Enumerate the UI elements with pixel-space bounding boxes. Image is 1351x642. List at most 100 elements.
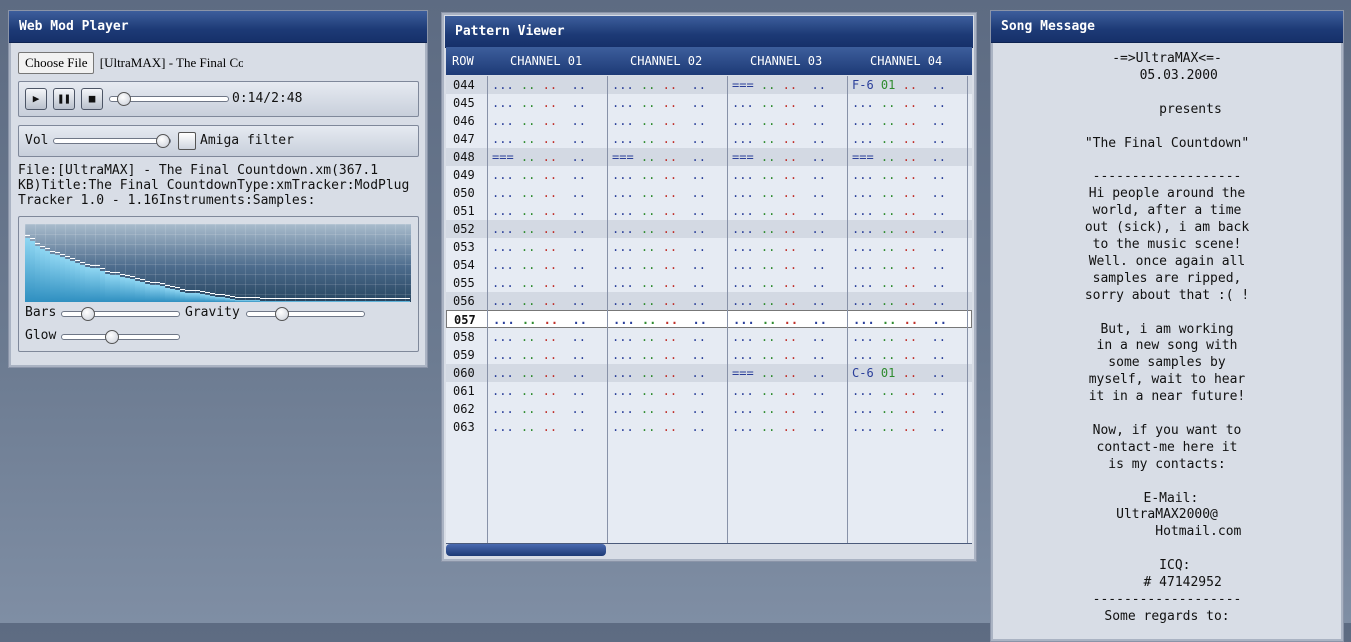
play-button[interactable]: ▶ xyxy=(25,88,47,110)
row-number: 060 xyxy=(453,366,475,380)
spectrum-bar xyxy=(405,301,410,302)
pattern-cell: ... .. .. .. xyxy=(852,222,946,236)
file-picker: Choose File [UltraMAX] - The Final Count… xyxy=(18,52,243,74)
pattern-cell: ... .. .. .. xyxy=(492,330,586,344)
pattern-cell: ... .. .. .. xyxy=(612,204,706,218)
pattern-row: 060 ... .. .. .. ... .. .. .. === .. .. .. C… xyxy=(446,364,972,382)
pattern-row: 053 ... .. .. .. ... .. .. .. ... .. .. ...… xyxy=(446,238,972,256)
stop-button[interactable]: ■ xyxy=(81,88,103,110)
glow-label: Glow xyxy=(25,328,57,343)
pattern-cell: ... .. .. .. xyxy=(492,240,586,254)
row-number: 052 xyxy=(453,222,475,236)
glow-slider[interactable] xyxy=(61,334,180,340)
pattern-cell: ... .. .. .. xyxy=(612,186,706,200)
pattern-row: 050 ... .. .. .. ... .. .. .. ... .. .. ...… xyxy=(446,184,972,202)
pattern-cell: ... .. .. .. xyxy=(852,384,946,398)
pattern-cell: ... .. .. .. xyxy=(853,313,947,327)
spectrum-peak xyxy=(70,258,75,259)
pattern-cell: ... .. .. .. xyxy=(852,204,946,218)
volume-label: Vol xyxy=(25,133,49,148)
pattern-cell: ... .. .. .. xyxy=(492,132,586,146)
volume-slider-thumb[interactable] xyxy=(155,134,170,148)
time-display: 0:14/2:48 xyxy=(232,91,303,106)
seek-slider-thumb[interactable] xyxy=(116,92,131,106)
song-message-text: -=>UltraMAX<=- 05.03.2000 presents "The … xyxy=(1084,51,1250,624)
pattern-row: 048 === .. .. .. === .. .. .. === .. .. .. =… xyxy=(446,148,972,166)
pattern-row: 045 ... .. .. .. ... .. .. .. ... .. .. ...… xyxy=(446,94,972,112)
pattern-row: 049 ... .. .. .. ... .. .. .. ... .. .. ...… xyxy=(446,166,972,184)
pattern-row: 059 ... .. .. .. ... .. .. .. ... .. .. ...… xyxy=(446,346,972,364)
column-header-channel-03: CHANNEL 03 xyxy=(750,54,823,68)
pattern-cell: ... .. .. .. xyxy=(492,168,586,182)
column-header-channel-02: CHANNEL 02 xyxy=(630,54,703,68)
pattern-cell: ... .. .. .. xyxy=(733,313,827,327)
pattern-row: 051 ... .. .. .. ... .. .. .. ... .. .. ...… xyxy=(446,202,972,220)
pattern-row: 063 ... .. .. .. ... .. .. .. ... .. .. ...… xyxy=(446,418,972,436)
pattern-cell: ... .. .. .. xyxy=(852,420,946,434)
bars-slider[interactable] xyxy=(61,311,180,317)
spectrum-peak xyxy=(55,252,60,253)
amiga-filter-checkbox[interactable] xyxy=(178,132,196,150)
spectrum-peak xyxy=(175,287,180,288)
spectrum-peak xyxy=(80,262,85,263)
volume-controls: Vol Amiga filter xyxy=(18,125,419,157)
row-number: 058 xyxy=(453,330,475,344)
pattern-row: 054 ... .. .. .. ... .. .. .. ... .. .. ...… xyxy=(446,256,972,274)
spectrum-peak xyxy=(40,246,45,247)
gravity-slider[interactable] xyxy=(246,311,365,317)
pattern-cell: C-6 01 .. .. xyxy=(852,366,946,380)
pattern-cell: ... .. .. .. xyxy=(732,204,826,218)
pattern-row: 061 ... .. .. .. ... .. .. .. ... .. .. ...… xyxy=(446,382,972,400)
gravity-slider-thumb[interactable] xyxy=(274,307,289,321)
pattern-cell: ... .. .. .. xyxy=(492,258,586,272)
spectrum-peak xyxy=(100,268,105,269)
pattern-cell: ... .. .. .. xyxy=(612,402,706,416)
pattern-cell: ... .. .. .. xyxy=(732,96,826,110)
volume-slider[interactable] xyxy=(53,138,171,144)
pattern-cell: ... .. .. .. xyxy=(612,258,706,272)
amiga-filter-label: Amiga filter xyxy=(200,133,294,148)
pattern-cell: ... .. .. .. xyxy=(852,348,946,362)
pattern-cell: ... .. .. .. xyxy=(852,168,946,182)
pattern-cell: ... .. .. .. xyxy=(852,240,946,254)
pattern-cell: ... .. .. .. xyxy=(732,276,826,290)
row-number: 061 xyxy=(453,384,475,398)
row-number: 046 xyxy=(453,114,475,128)
pattern-cell: ... .. .. .. xyxy=(612,294,706,308)
pattern-cell: ... .. .. .. xyxy=(612,132,706,146)
pattern-cell: ... .. .. .. xyxy=(852,276,946,290)
pattern-cell: ... .. .. .. xyxy=(612,222,706,236)
stop-icon: ■ xyxy=(88,92,96,105)
pattern-cell: ... .. .. .. xyxy=(732,240,826,254)
spectrum-peak xyxy=(35,243,40,244)
pattern-horizontal-scrollbar[interactable] xyxy=(446,544,606,556)
pattern-cell: ... .. .. .. xyxy=(492,402,586,416)
pattern-cell: ... .. .. .. xyxy=(492,384,586,398)
spectrum-visualizer xyxy=(25,224,411,302)
pattern-cell: ... .. .. .. xyxy=(492,204,586,218)
spectrum-peak xyxy=(45,248,50,249)
pattern-cell: ... .. .. .. xyxy=(612,78,706,92)
pattern-cell: ... .. .. .. xyxy=(613,313,707,327)
spectrum-peak xyxy=(25,235,30,236)
pause-button[interactable]: ❚❚ xyxy=(53,88,75,110)
choose-file-button[interactable]: Choose File xyxy=(18,52,95,74)
row-number: 057 xyxy=(454,313,476,327)
transport-controls: ▶ ❚❚ ■ 0:14/2:48 xyxy=(18,81,419,117)
pattern-cell: === .. .. .. xyxy=(852,150,946,164)
pattern-cell: ... .. .. .. xyxy=(612,96,706,110)
glow-slider-thumb[interactable] xyxy=(104,330,119,344)
pattern-cell: ... .. .. .. xyxy=(732,420,826,434)
row-number: 055 xyxy=(453,276,475,290)
pattern-cell: ... .. .. .. xyxy=(852,330,946,344)
pattern-cell: ... .. .. .. xyxy=(492,96,586,110)
pause-icon: ❚❚ xyxy=(57,92,71,105)
row-number: 045 xyxy=(453,96,475,110)
pattern-cell: ... .. .. .. xyxy=(852,294,946,308)
row-number: 050 xyxy=(453,186,475,200)
row-number: 059 xyxy=(453,348,475,362)
pattern-cell: ... .. .. .. xyxy=(732,114,826,128)
pattern-row: 056 ... .. .. .. ... .. .. .. ... .. .. ...… xyxy=(446,292,972,310)
spectrum-peak xyxy=(95,265,100,266)
pattern-row: 047 ... .. .. .. ... .. .. .. ... .. .. ...… xyxy=(446,130,972,148)
